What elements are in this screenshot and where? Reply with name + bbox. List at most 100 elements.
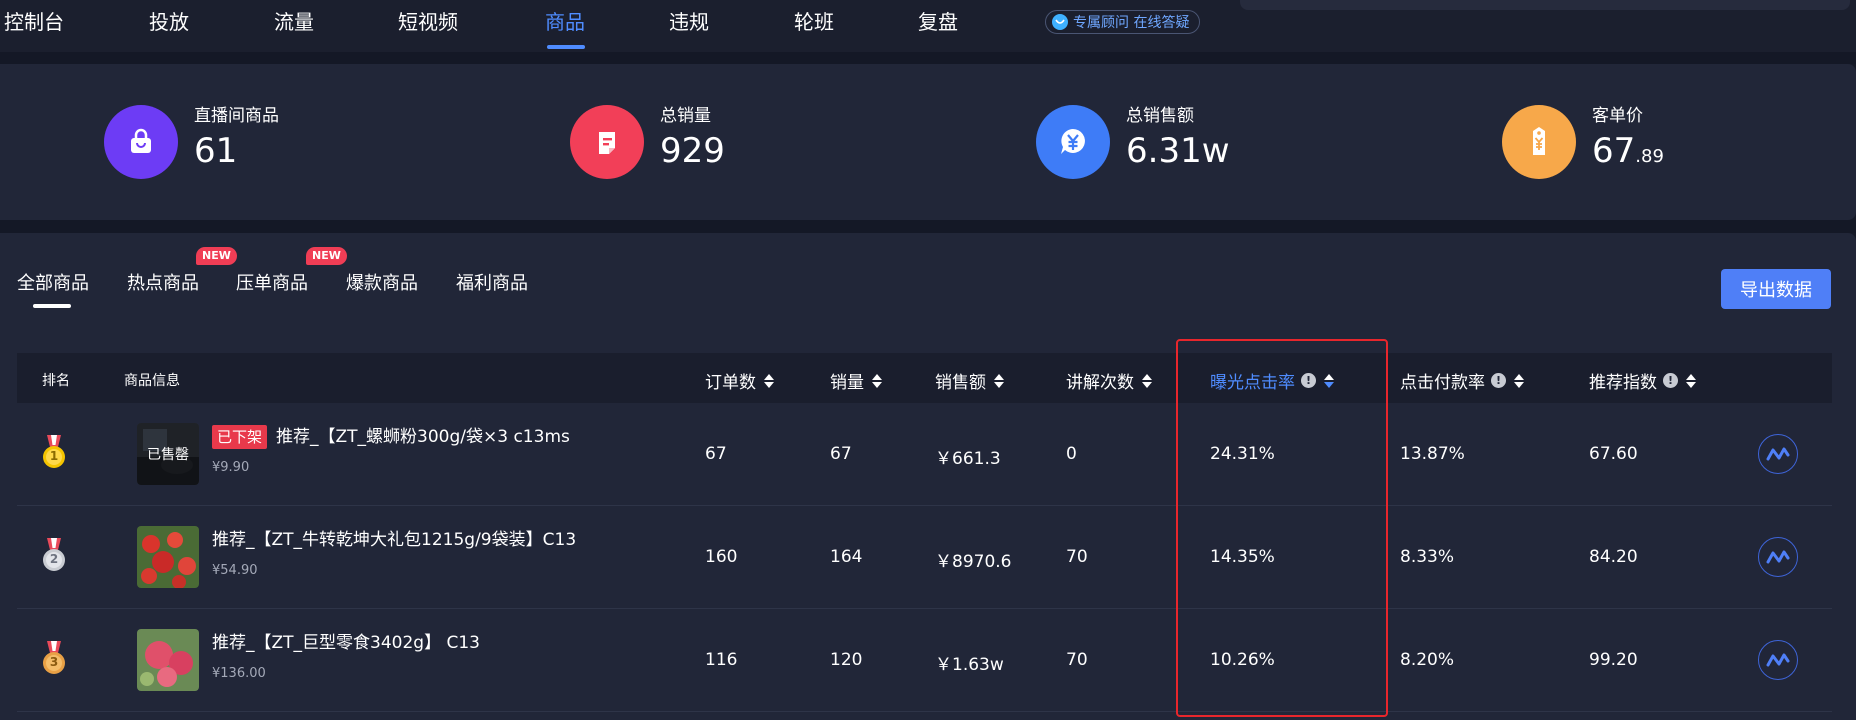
rank-number: 2 <box>49 552 59 566</box>
sort-icon[interactable] <box>1514 373 1524 388</box>
tab-benefit-goods[interactable]: 福利商品 <box>456 269 528 295</box>
cell-ctr: 24.31% <box>1210 444 1275 464</box>
product-price: ¥9.90 <box>212 460 250 475</box>
divider <box>0 52 1856 64</box>
goods-panel: 全部商品 热点商品 NEW 压单商品 NEW 爆款商品 福利商品 导出数据 排名… <box>0 233 1856 720</box>
trend-chart-button[interactable] <box>1758 537 1798 577</box>
sort-icon[interactable] <box>1324 373 1334 388</box>
stat-total-sales: 总销量 929 <box>570 104 725 180</box>
nav-item-shifts[interactable]: 轮班 <box>794 6 834 35</box>
product-thumbnail[interactable]: 已售罄 <box>137 423 199 485</box>
cell-score: 67.60 <box>1589 444 1638 464</box>
stat-label: 客单价 <box>1592 106 1643 126</box>
info-icon[interactable]: ! <box>1301 373 1316 388</box>
tab-pending-orders[interactable]: 压单商品 <box>236 269 308 295</box>
stat-label: 总销售额 <box>1126 106 1194 126</box>
nav-item-ads[interactable]: 投放 <box>149 6 189 35</box>
header-rank: 排名 <box>42 373 70 389</box>
sort-icon[interactable] <box>764 373 774 388</box>
cell-revenue: ￥1.63w <box>935 655 1004 675</box>
cell-score: 84.20 <box>1589 547 1638 567</box>
sort-icon[interactable] <box>1686 373 1696 388</box>
cell-orders: 116 <box>705 650 738 670</box>
header-product-info: 商品信息 <box>124 373 180 389</box>
nav-item-dashboard[interactable]: 控制台 <box>4 6 64 35</box>
header-revenue[interactable]: 销售额 <box>935 368 1004 393</box>
table-header: 排名 商品信息 订单数 销量 销售额 讲解次数 曝光点击率 ! 点击付款率 ! <box>17 353 1832 403</box>
info-icon[interactable]: ! <box>1491 373 1506 388</box>
rank-number: 1 <box>49 449 59 463</box>
cell-explains: 0 <box>1066 444 1077 464</box>
cell-ctr: 10.26% <box>1210 650 1275 670</box>
nav-item-traffic[interactable]: 流量 <box>274 6 314 35</box>
rank-number: 3 <box>49 655 59 669</box>
nav-item-goods[interactable]: 商品 <box>545 6 585 35</box>
shopping-bag-icon <box>104 105 178 179</box>
trend-chart-button[interactable] <box>1758 434 1798 474</box>
tab-all-goods[interactable]: 全部商品 <box>17 269 89 295</box>
cell-revenue: ￥8970.6 <box>935 552 1012 572</box>
cell-sales: 164 <box>830 547 863 567</box>
stat-value: 6.31w <box>1126 131 1230 171</box>
top-right-search-bar <box>1240 0 1850 10</box>
product-thumbnail[interactable] <box>137 526 199 588</box>
table-row: 3 推荐_【ZT_巨型零食3402g】 C13 ¥136.00 116 120 … <box>17 609 1832 712</box>
cell-ctr: 14.35% <box>1210 547 1275 567</box>
yuan-icon <box>1036 105 1110 179</box>
product-name[interactable]: 推荐_【ZT_巨型零食3402g】 C13 <box>212 631 480 655</box>
product-price: ¥136.00 <box>212 666 266 681</box>
nav-active-indicator <box>547 45 585 49</box>
stat-value: 929 <box>660 131 725 171</box>
document-icon <box>570 105 644 179</box>
nav-item-violations[interactable]: 违规 <box>669 6 709 35</box>
silver-medal-icon: 2 <box>39 538 69 578</box>
tab-bestsellers[interactable]: 爆款商品 <box>346 269 418 295</box>
header-ctr[interactable]: 曝光点击率 ! <box>1210 368 1334 393</box>
header-score[interactable]: 推荐指数 ! <box>1589 368 1696 393</box>
sold-out-overlay: 已售罄 <box>137 423 199 485</box>
header-pay-rate[interactable]: 点击付款率 ! <box>1400 368 1524 393</box>
trend-icon <box>1766 550 1790 564</box>
price-tag-icon <box>1502 105 1576 179</box>
export-data-button[interactable]: 导出数据 <box>1721 269 1831 309</box>
cell-orders: 160 <box>705 547 738 567</box>
product-thumbnail[interactable] <box>137 629 199 691</box>
cell-revenue: ￥661.3 <box>935 449 1001 469</box>
stat-total-revenue: 总销售额 6.31w <box>1036 104 1230 180</box>
info-icon[interactable]: ! <box>1663 373 1678 388</box>
tab-hot-goods[interactable]: 热点商品 <box>127 269 199 295</box>
divider <box>0 220 1856 233</box>
nav-item-review[interactable]: 复盘 <box>918 6 958 35</box>
stat-label: 总销量 <box>660 106 711 126</box>
sort-icon[interactable] <box>994 373 1004 388</box>
cell-pay-rate: 8.20% <box>1400 650 1455 670</box>
trend-icon <box>1766 447 1790 461</box>
header-orders[interactable]: 订单数 <box>705 368 774 393</box>
header-explains[interactable]: 讲解次数 <box>1066 368 1152 393</box>
consult-label: 专属顾问 在线答疑 <box>1073 15 1190 31</box>
cell-score: 99.20 <box>1589 650 1638 670</box>
tab-active-indicator <box>33 304 71 308</box>
cell-sales: 67 <box>830 444 852 464</box>
header-sales[interactable]: 销量 <box>830 368 882 393</box>
trend-chart-button[interactable] <box>1758 640 1798 680</box>
gold-medal-icon: 1 <box>39 435 69 475</box>
stat-live-goods: 直播间商品 61 <box>104 104 279 180</box>
cell-explains: 70 <box>1066 547 1088 567</box>
cell-pay-rate: 8.33% <box>1400 547 1455 567</box>
top-navigation: 控制台 投放 流量 短视频 商品 违规 轮班 复盘 专属顾问 在线答疑 <box>0 0 1856 52</box>
sort-icon[interactable] <box>1142 373 1152 388</box>
new-badge: NEW <box>196 247 237 265</box>
stats-panel: 直播间商品 61 总销量 929 总销售额 6.31w 客单价 67.89 <box>0 64 1856 220</box>
table-row: 2 推荐_【ZT_牛转乾坤大礼包1215g/9袋装】C13 ¥54.90 160… <box>17 506 1832 609</box>
stat-value: 61 <box>194 131 238 171</box>
nav-item-short-video[interactable]: 短视频 <box>398 6 458 35</box>
cell-sales: 120 <box>830 650 863 670</box>
product-name[interactable]: 推荐_【ZT_螺蛳粉300g/袋×3 c13ms <box>276 425 570 449</box>
cell-pay-rate: 13.87% <box>1400 444 1465 464</box>
consult-button[interactable]: 专属顾问 在线答疑 <box>1045 10 1201 34</box>
cell-explains: 70 <box>1066 650 1088 670</box>
product-name[interactable]: 推荐_【ZT_牛转乾坤大礼包1215g/9袋装】C13 <box>212 528 576 552</box>
sort-icon[interactable] <box>872 373 882 388</box>
status-badge: 已下架 <box>212 425 268 449</box>
